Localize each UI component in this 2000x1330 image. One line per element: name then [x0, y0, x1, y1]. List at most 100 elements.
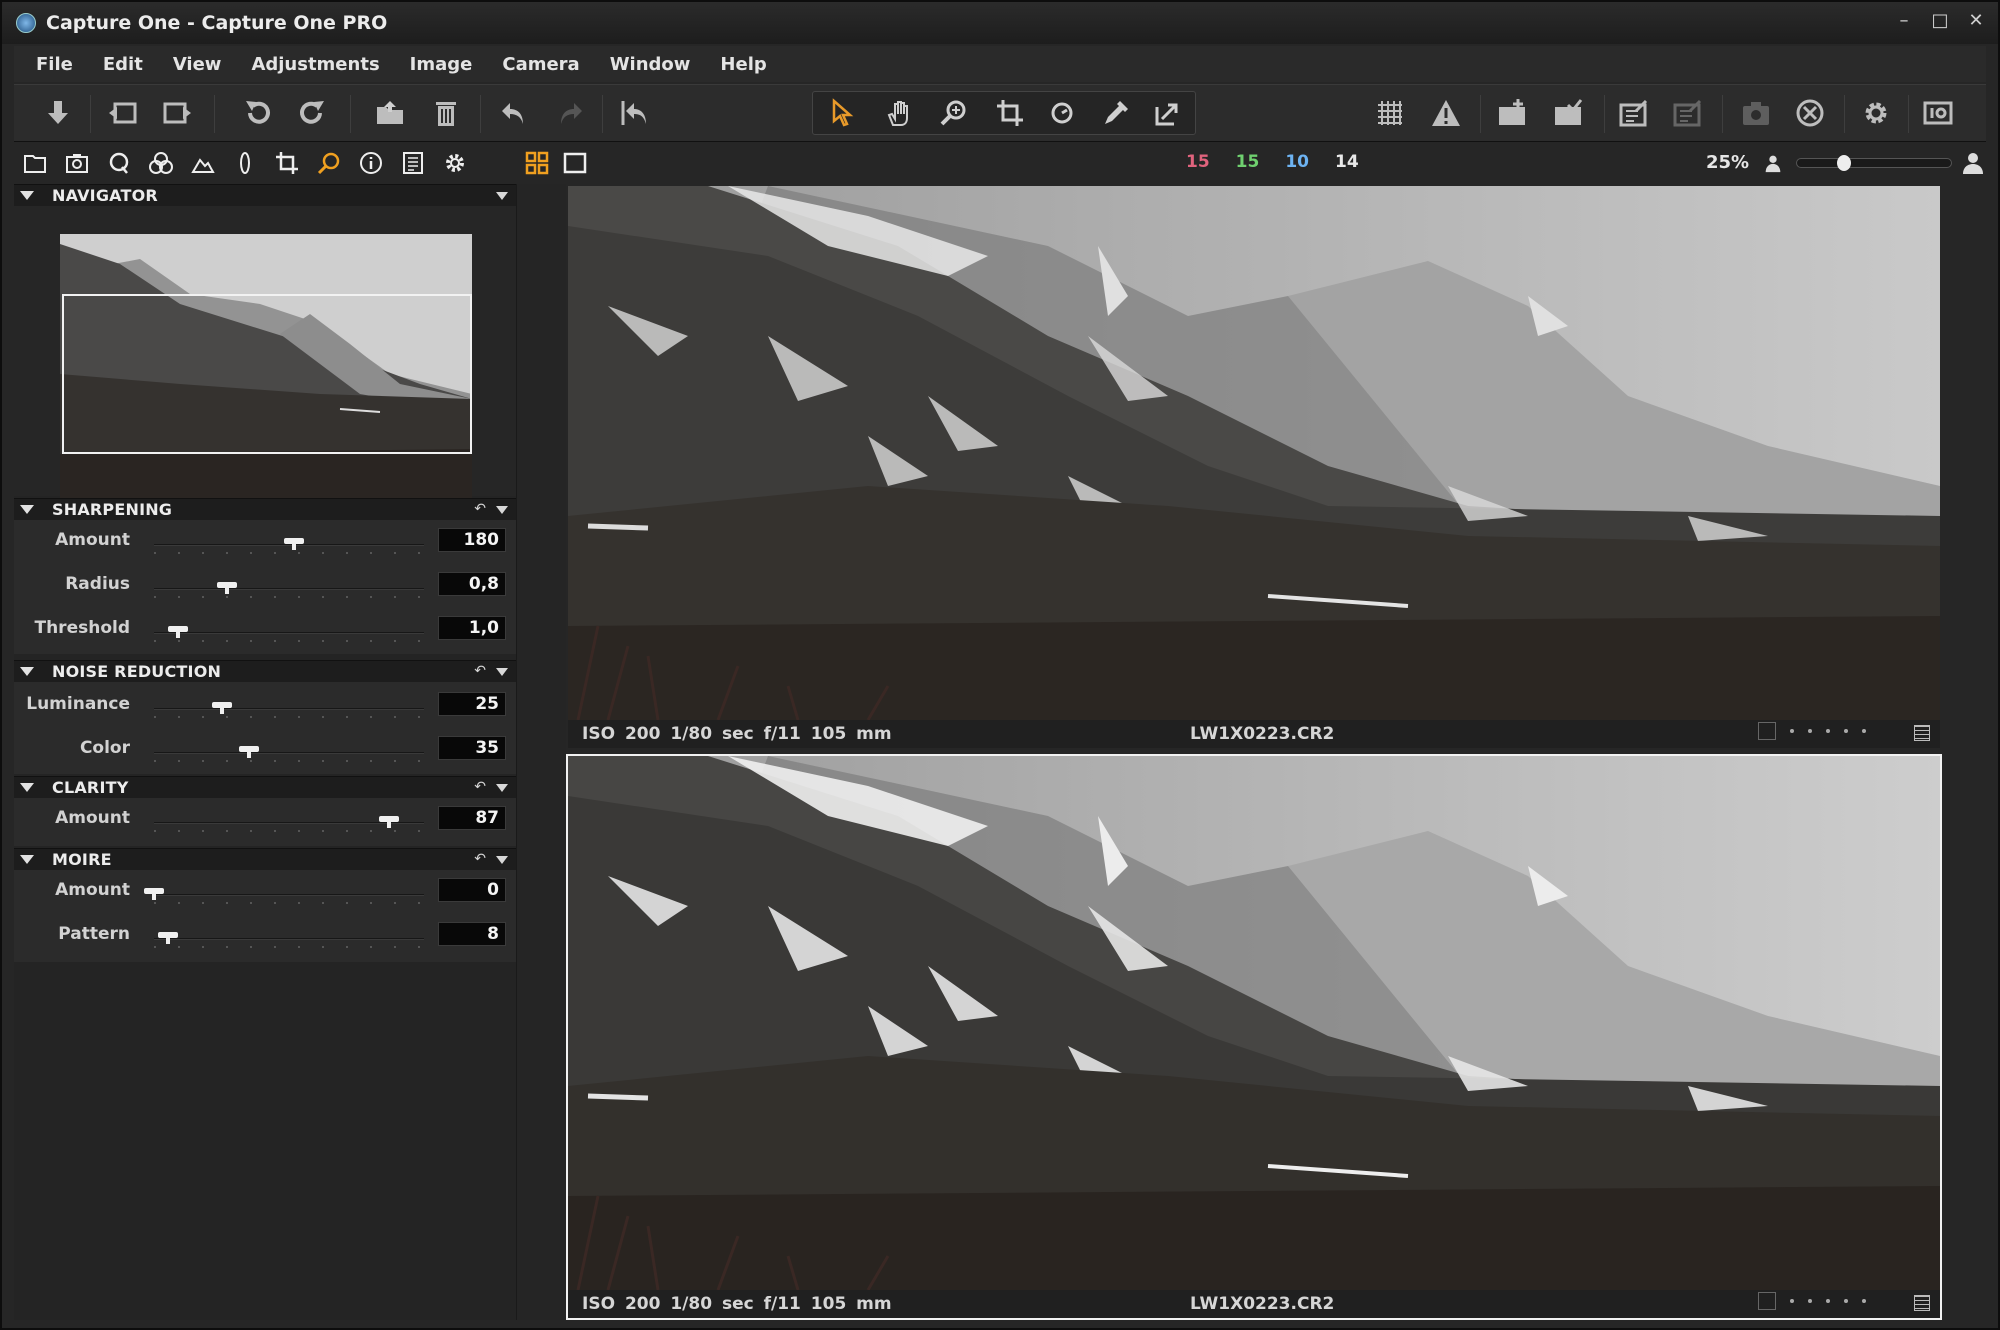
process-icon[interactable]: [1614, 93, 1654, 133]
section-menu-icon[interactable]: [496, 856, 508, 864]
image-preview-1[interactable]: [568, 186, 1940, 720]
slider-track[interactable]: [154, 708, 424, 710]
thumbnail-size-slider[interactable]: [1796, 155, 1952, 171]
moire-header[interactable]: MOIRE ↶: [14, 848, 516, 870]
rating-dot[interactable]: [1826, 729, 1830, 733]
rating-dot[interactable]: [1808, 729, 1812, 733]
zoom-icon[interactable]: [934, 93, 974, 133]
output-icon[interactable]: [398, 149, 428, 177]
slider-thumb[interactable]: [238, 746, 259, 758]
preferences-icon[interactable]: [1856, 93, 1896, 133]
select-checkbox[interactable]: [1758, 1292, 1776, 1310]
slider-track[interactable]: [154, 544, 424, 546]
redo-icon[interactable]: [550, 93, 590, 133]
crop-icon[interactable]: [990, 93, 1030, 133]
clarity-header[interactable]: CLARITY ↶: [14, 776, 516, 798]
slider-thumb[interactable]: [144, 888, 164, 900]
metadata-icon[interactable]: [356, 149, 386, 177]
library-icon[interactable]: [20, 149, 50, 177]
slider-track[interactable]: [154, 894, 424, 896]
slider-thumb[interactable]: [168, 626, 189, 638]
capture-icon[interactable]: [62, 149, 92, 177]
rating-dot[interactable]: [1790, 729, 1794, 733]
rating-dot[interactable]: [1790, 1299, 1794, 1303]
slider-value-field[interactable]: 8: [438, 922, 506, 946]
section-menu-icon[interactable]: [496, 506, 508, 514]
rating-dot[interactable]: [1844, 729, 1848, 733]
grid-icon[interactable]: [1370, 93, 1410, 133]
navigator-header[interactable]: NAVIGATOR: [14, 184, 516, 206]
rating-dot[interactable]: [1844, 1299, 1848, 1303]
rotate-left-icon[interactable]: [238, 93, 278, 133]
undo-icon[interactable]: [494, 93, 534, 133]
color-icon[interactable]: [146, 149, 176, 177]
move-left-icon[interactable]: [102, 93, 142, 133]
image-options-icon[interactable]: [1914, 1295, 1930, 1311]
menu-image[interactable]: Image: [410, 54, 473, 75]
reset-icon[interactable]: ↶: [474, 779, 486, 795]
single-view-icon[interactable]: [560, 149, 590, 177]
composition-icon[interactable]: [272, 149, 302, 177]
rating-dot[interactable]: [1862, 729, 1866, 733]
reset-icon[interactable]: ↶: [474, 663, 486, 679]
rotate-tool-icon[interactable]: [1042, 93, 1082, 133]
camera-icon[interactable]: [1736, 93, 1776, 133]
panel-splitter[interactable]: [516, 184, 566, 1320]
move-right-icon[interactable]: [158, 93, 198, 133]
pan-hand-icon[interactable]: [880, 93, 920, 133]
slider-track[interactable]: [154, 632, 424, 634]
noise-reduction-header[interactable]: NOISE REDUCTION ↶: [14, 660, 516, 682]
batch-icon[interactable]: [1668, 93, 1708, 133]
import-icon[interactable]: [38, 93, 78, 133]
settings-icon[interactable]: [440, 149, 470, 177]
slider-value-field[interactable]: 0,8: [438, 572, 506, 596]
slider-thumb[interactable]: [157, 932, 178, 944]
menu-help[interactable]: Help: [720, 54, 766, 75]
lens-icon[interactable]: [230, 149, 260, 177]
reset-icon[interactable]: ↶: [474, 501, 486, 517]
rotate-right-icon[interactable]: [292, 93, 332, 133]
rating-dot[interactable]: [1826, 1299, 1830, 1303]
slider-thumb[interactable]: [211, 702, 232, 714]
slider-value-field[interactable]: 180: [438, 528, 506, 552]
collapse-triangle-icon[interactable]: [20, 191, 34, 200]
info-icon[interactable]: [1918, 93, 1958, 133]
slider-track[interactable]: [154, 938, 424, 940]
thumbnail-size-thumb[interactable]: [1837, 155, 1851, 171]
section-menu-icon[interactable]: [496, 192, 508, 200]
slider-value-field[interactable]: 25: [438, 692, 506, 716]
slider-value-field[interactable]: 87: [438, 806, 506, 830]
menu-window[interactable]: Window: [610, 54, 691, 75]
slider-thumb[interactable]: [284, 538, 305, 550]
navigator-viewport-frame[interactable]: [62, 294, 472, 454]
slider-value-field[interactable]: 35: [438, 736, 506, 760]
menu-edit[interactable]: Edit: [103, 54, 143, 75]
slider-thumb[interactable]: [216, 582, 237, 594]
menu-adjustments[interactable]: Adjustments: [251, 54, 379, 75]
select-cursor-icon[interactable]: [824, 93, 864, 133]
rating-dot[interactable]: [1862, 1299, 1866, 1303]
reset-icon[interactable]: [614, 93, 654, 133]
collapse-triangle-icon[interactable]: [20, 783, 34, 792]
slider-track[interactable]: [154, 588, 424, 590]
collapse-triangle-icon[interactable]: [20, 505, 34, 514]
image-options-icon[interactable]: [1914, 725, 1930, 741]
collapse-triangle-icon[interactable]: [20, 667, 34, 676]
maximize-icon[interactable]: □: [1926, 10, 1954, 34]
section-menu-icon[interactable]: [496, 668, 508, 676]
slider-value-field[interactable]: 0: [438, 878, 506, 902]
select-checkbox[interactable]: [1758, 722, 1776, 740]
quick-icon[interactable]: [104, 149, 134, 177]
clone-variant-icon[interactable]: [1548, 93, 1588, 133]
reset-icon[interactable]: ↶: [474, 851, 486, 867]
trash-icon[interactable]: [426, 93, 466, 133]
rating-dot[interactable]: [1808, 1299, 1812, 1303]
slider-track[interactable]: [154, 822, 424, 824]
exposure-icon[interactable]: [188, 149, 218, 177]
slider-thumb[interactable]: [378, 816, 399, 828]
collapse-triangle-icon[interactable]: [20, 855, 34, 864]
slider-value-field[interactable]: 1,0: [438, 616, 506, 640]
minimize-icon[interactable]: –: [1890, 10, 1918, 34]
exposure-warning-icon[interactable]: [1426, 93, 1466, 133]
picker-icon[interactable]: [1096, 93, 1136, 133]
